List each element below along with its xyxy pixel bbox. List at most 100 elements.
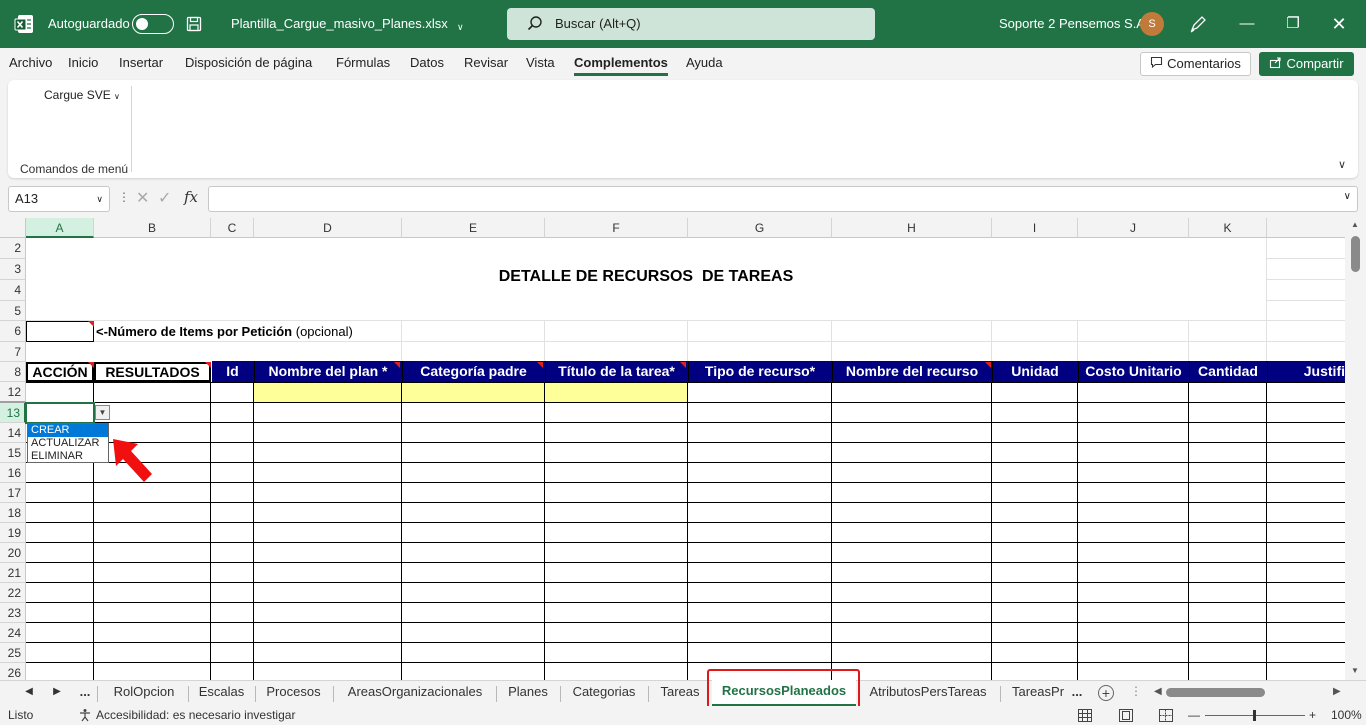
autosave-toggle[interactable] <box>132 14 174 34</box>
row-header[interactable]: 26 <box>0 663 26 680</box>
row-header[interactable]: 5 <box>0 301 26 321</box>
row-header[interactable]: 3 <box>0 259 26 280</box>
vertical-scroll-thumb[interactable] <box>1351 236 1360 272</box>
header-titulo-tarea[interactable]: Título de la tarea* <box>545 361 688 382</box>
cargue-sve-button[interactable]: Cargue SVE ∨ <box>44 88 120 102</box>
spreadsheet-grid[interactable]: A B C D E F G H I J K 2 3 4 5 6 7 8 12 1… <box>0 218 1366 680</box>
select-all-corner[interactable] <box>0 218 26 238</box>
menu-revisar[interactable]: Revisar <box>464 48 508 78</box>
row-header[interactable]: 18 <box>0 503 26 523</box>
row-header[interactable]: 23 <box>0 603 26 623</box>
sheet-overflow-left[interactable]: ... <box>76 681 94 706</box>
tab-escalas[interactable]: Escalas <box>189 681 254 706</box>
page-layout-icon[interactable] <box>1119 709 1133 728</box>
dropdown-option-crear[interactable]: CREAR <box>28 424 108 437</box>
tab-categorias[interactable]: Categorias <box>561 681 647 706</box>
tab-tareas[interactable]: Tareas <box>649 681 711 706</box>
row-header-selected[interactable]: 13 <box>0 403 26 423</box>
scroll-up-icon[interactable]: ▲ <box>1351 220 1359 229</box>
row-header[interactable]: 16 <box>0 463 26 483</box>
comments-button[interactable]: Comentarios <box>1140 52 1251 76</box>
tab-planes[interactable]: Planes <box>497 681 559 706</box>
horizontal-scroll-thumb[interactable] <box>1166 688 1265 697</box>
menu-vista[interactable]: Vista <box>526 48 555 78</box>
menu-archivo[interactable]: Archivo <box>9 48 52 78</box>
zoom-slider-thumb[interactable] <box>1253 710 1256 721</box>
prev-sheet-icon[interactable]: ◀ <box>22 681 36 706</box>
required-input-cells[interactable] <box>254 382 688 402</box>
row-header[interactable]: 22 <box>0 583 26 603</box>
column-header-c[interactable]: C <box>211 218 254 238</box>
normal-view-icon[interactable] <box>1078 709 1092 728</box>
hscroll-right-icon[interactable]: ▶ <box>1333 686 1341 697</box>
menu-disposicion[interactable]: Disposición de página <box>185 48 312 78</box>
next-sheet-icon[interactable]: ▶ <box>50 681 64 706</box>
column-header-a[interactable]: A <box>26 218 94 238</box>
menu-datos[interactable]: Datos <box>410 48 444 78</box>
more-options-icon[interactable]: ⋮ <box>118 190 130 204</box>
column-header-i[interactable]: I <box>992 218 1078 238</box>
header-cantidad[interactable]: Cantidad <box>1189 361 1267 382</box>
tab-split-icon[interactable]: ⋮ <box>1130 684 1142 698</box>
menu-complementos[interactable]: Complementos <box>574 48 668 78</box>
tab-areasorganizacionales[interactable]: AreasOrganizacionales <box>334 681 496 706</box>
column-header-j[interactable]: J <box>1078 218 1189 238</box>
column-header-h[interactable]: H <box>832 218 992 238</box>
header-nombre-recurso[interactable]: Nombre del recurso <box>832 361 992 382</box>
tab-rolopcion[interactable]: RolOpcion <box>100 681 188 706</box>
excel-logo-icon[interactable] <box>14 14 34 34</box>
header-justificacion[interactable]: Justifi <box>1267 361 1345 382</box>
add-sheet-icon[interactable]: + <box>1098 685 1114 701</box>
column-header-b[interactable]: B <box>94 218 211 238</box>
header-nombre-plan[interactable]: Nombre del plan * <box>254 361 402 382</box>
menu-insertar[interactable]: Insertar <box>119 48 163 78</box>
accessibility-status[interactable]: Accesibilidad: es necesario investigar <box>96 706 295 725</box>
row-header[interactable]: 25 <box>0 643 26 663</box>
row-header[interactable]: 7 <box>0 342 26 362</box>
menu-formulas[interactable]: Fórmulas <box>336 48 390 78</box>
zoom-in-icon[interactable]: + <box>1309 706 1316 725</box>
row-header[interactable]: 6 <box>0 321 26 342</box>
name-box-chevron-icon[interactable]: ∨ <box>96 187 103 211</box>
row-header[interactable]: 15 <box>0 443 26 463</box>
header-unidad[interactable]: Unidad <box>992 361 1078 382</box>
column-header-k[interactable]: K <box>1189 218 1267 238</box>
dropdown-arrow-button[interactable]: ▼ <box>95 405 110 420</box>
tab-atributosperstareas[interactable]: AtributosPersTareas <box>857 681 999 706</box>
header-categoria-padre[interactable]: Categoría padre <box>402 361 545 382</box>
tab-procesos[interactable]: Procesos <box>256 681 331 706</box>
active-cell-a13[interactable] <box>25 402 95 424</box>
row-header[interactable]: 8 <box>0 362 26 382</box>
ribbon-collapse-icon[interactable]: ∨ <box>1338 158 1346 171</box>
save-icon[interactable] <box>186 16 202 32</box>
header-tipo-recurso[interactable]: Tipo de recurso* <box>688 361 832 382</box>
row-header[interactable]: 14 <box>0 423 26 443</box>
column-header-l[interactable] <box>1267 218 1345 238</box>
zoom-level[interactable]: 100% <box>1331 706 1362 725</box>
designer-pen-icon[interactable] <box>1188 14 1208 34</box>
file-menu-chevron-icon[interactable]: ∨ <box>457 22 464 33</box>
column-header-e[interactable]: E <box>402 218 545 238</box>
header-accion[interactable]: ACCIÓN <box>26 362 94 382</box>
row-header[interactable]: 4 <box>0 280 26 301</box>
row-header[interactable]: 21 <box>0 563 26 583</box>
validation-dropdown[interactable]: CREAR ACTUALIZAR ELIMINAR <box>27 423 109 463</box>
items-count-cell[interactable] <box>26 321 94 342</box>
formula-input[interactable]: ∨ <box>208 186 1358 212</box>
header-id[interactable]: Id <box>211 361 254 382</box>
search-box[interactable]: Buscar (Alt+Q) <box>507 8 875 40</box>
scroll-down-icon[interactable]: ▼ <box>1351 666 1359 675</box>
accessibility-icon[interactable] <box>78 708 92 728</box>
name-box[interactable]: A13 ∨ <box>8 186 110 212</box>
row-header[interactable]: 12 <box>0 382 26 403</box>
avatar[interactable]: S <box>1140 12 1164 36</box>
page-break-icon[interactable] <box>1159 709 1173 728</box>
row-header[interactable]: 19 <box>0 523 26 543</box>
confirm-icon[interactable]: ✓ <box>158 188 171 208</box>
vertical-scrollbar[interactable]: ▲ ▼ <box>1345 218 1366 680</box>
close-button[interactable]: ✕ <box>1316 0 1362 48</box>
formula-expand-icon[interactable]: ∨ <box>1344 191 1351 202</box>
hscroll-left-icon[interactable]: ◀ <box>1154 686 1162 697</box>
column-header-d[interactable]: D <box>254 218 402 238</box>
function-icon[interactable]: fx <box>184 188 198 206</box>
